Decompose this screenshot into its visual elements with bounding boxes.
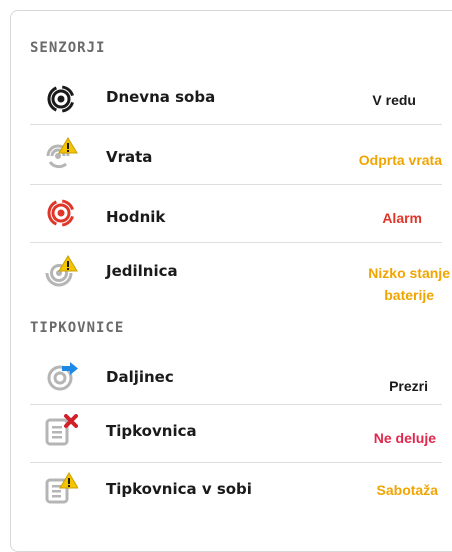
divider xyxy=(30,124,442,125)
sensors-section-title: SENZORJI xyxy=(30,40,106,56)
keypad-warning-icon xyxy=(45,472,78,504)
keypad-name: Tipkovnica v sobi xyxy=(106,480,252,498)
sensor-status: Nizko stanje baterije xyxy=(368,262,450,306)
sensor-row-hodnik[interactable]: Hodnik Alarm xyxy=(30,186,452,242)
sensor-status: Alarm xyxy=(382,210,422,226)
sensor-status: Odprta vrata xyxy=(358,152,442,168)
keypad-name: Tipkovnica xyxy=(106,422,197,440)
keypad-row-tipkovnica[interactable]: Tipkovnica Ne deluje xyxy=(30,406,452,462)
keypad-status: Sabotaža xyxy=(376,482,438,498)
remote-arrow-icon xyxy=(47,362,78,391)
sensor-status: V redu xyxy=(372,92,416,108)
sensor-name: Vrata xyxy=(106,148,153,166)
keypads-section-title: TIPKOVNICE xyxy=(30,320,125,336)
sensor-name: Jedilnica xyxy=(106,262,178,280)
sensor-name: Hodnik xyxy=(106,208,166,226)
sensor-row-jedilnica[interactable]: Jedilnica Nizko stanje baterije xyxy=(30,244,452,310)
keypad-name: Daljinec xyxy=(106,368,174,386)
keypad-status: Prezri xyxy=(389,378,428,394)
sensor-row-vrata[interactable]: Vrata Odprta vrata xyxy=(30,126,452,184)
sensor-warning-icon xyxy=(46,137,78,169)
keypad-row-tipkovnica-v-sobi[interactable]: Tipkovnica v sobi Sabotaža xyxy=(30,464,452,518)
sensor-ok-icon xyxy=(47,85,75,113)
keypad-error-icon xyxy=(45,414,78,446)
sensor-warning-icon xyxy=(45,255,78,287)
sensor-status-line: Nizko stanje xyxy=(368,265,450,281)
sensor-alarm-icon xyxy=(47,199,75,227)
divider xyxy=(30,462,442,463)
divider xyxy=(30,404,442,405)
sensor-name: Dnevna soba xyxy=(106,88,216,106)
sensor-row-dnevna-soba[interactable]: Dnevna soba V redu xyxy=(30,74,452,124)
divider xyxy=(30,184,442,185)
keypad-row-daljinec[interactable]: Daljinec Prezri xyxy=(30,352,452,404)
keypad-status: Ne deluje xyxy=(373,430,436,446)
sensor-status-line: baterije xyxy=(384,287,435,303)
divider xyxy=(30,242,442,243)
